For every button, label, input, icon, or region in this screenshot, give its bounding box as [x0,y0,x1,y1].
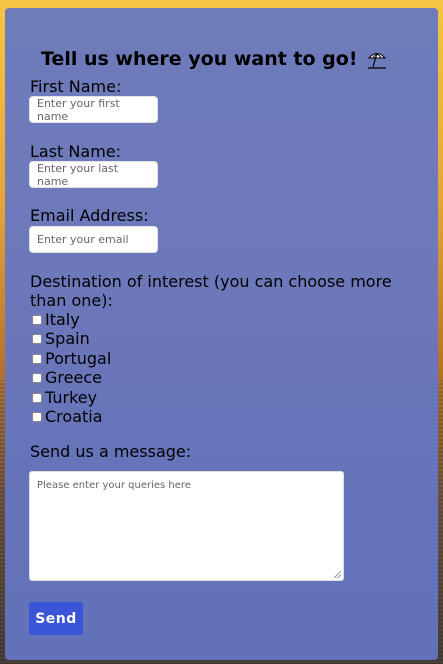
resize-handle[interactable] [334,571,341,578]
form-title-text: Tell us where you want to go! [41,48,358,70]
destination-label: Destination of interest (you can choose … [30,272,392,310]
destination-option-turkey[interactable]: Turkey [32,388,97,407]
checkbox-turkey[interactable] [32,392,42,403]
checkbox-greece[interactable] [32,372,42,383]
destination-option-greece[interactable]: Greece [32,368,102,387]
beach-umbrella-icon [366,48,388,70]
destination-option-croatia[interactable]: Croatia [32,407,103,426]
last-name-input[interactable]: Enter your last name [29,161,158,188]
destination-option-italy[interactable]: Italy [32,310,80,329]
checkbox-croatia[interactable] [32,411,42,422]
last-name-label: Last Name: [30,142,122,161]
checkbox-italy[interactable] [32,314,42,325]
checkbox-portugal[interactable] [32,353,42,364]
first-name-input[interactable]: Enter your first name [29,96,158,123]
option-label: Portugal [45,349,112,368]
destination-option-portugal[interactable]: Portugal [32,349,111,368]
message-textarea[interactable]: Please enter your queries here [29,471,344,581]
send-button[interactable]: Send [29,602,83,635]
option-label: Greece [45,368,102,387]
form-title: Tell us where you want to go! [41,48,388,70]
option-label: Italy [45,310,80,329]
option-label: Turkey [45,388,98,407]
email-input[interactable]: Enter your email [29,226,158,253]
destination-option-spain[interactable]: Spain [32,329,90,348]
message-label: Send us a message: [30,442,192,461]
contact-form-card: Tell us where you want to go! First Name… [5,8,438,660]
option-label: Spain [45,329,90,348]
first-name-label: First Name: [30,77,122,96]
email-label: Email Address: [30,206,149,225]
message-placeholder: Please enter your queries here [37,480,191,491]
option-label: Croatia [45,407,103,426]
checkbox-spain[interactable] [32,333,42,344]
